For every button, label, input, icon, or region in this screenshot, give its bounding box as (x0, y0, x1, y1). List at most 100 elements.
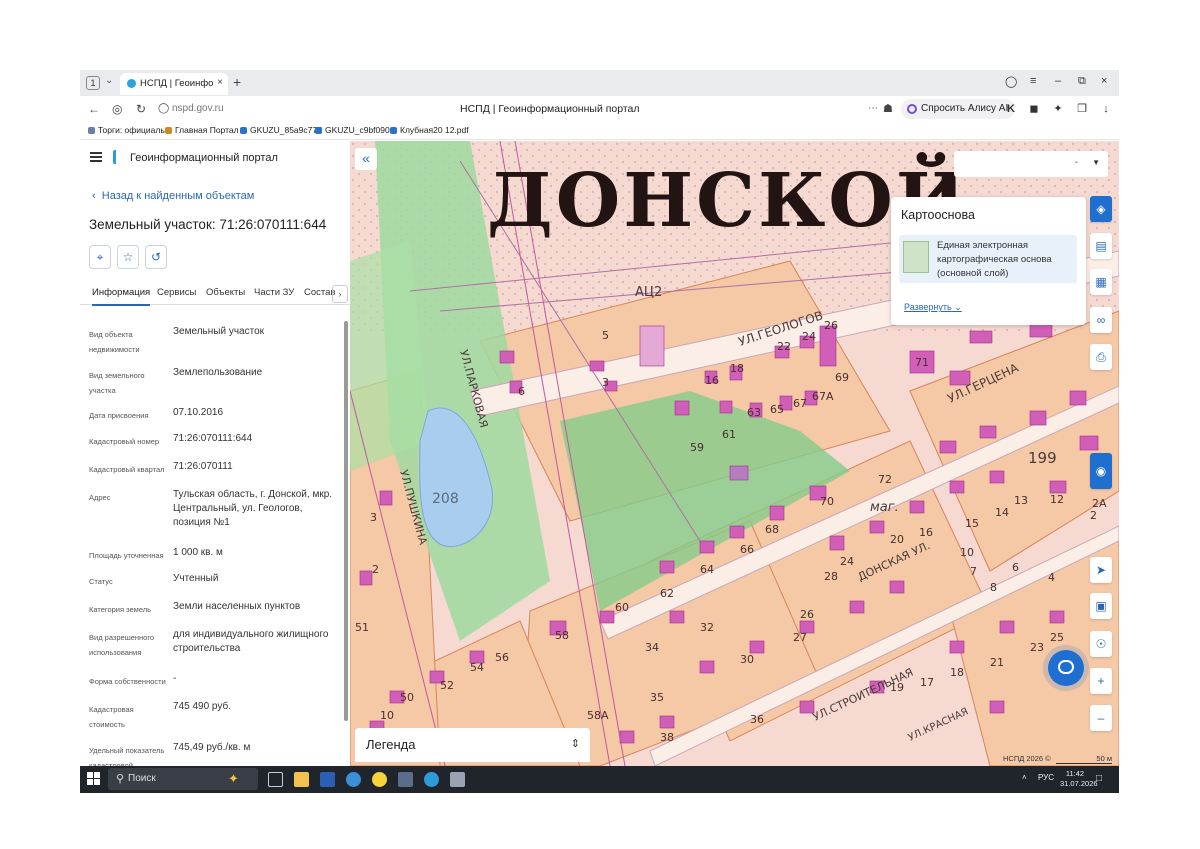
history-button[interactable]: ↺ (145, 245, 167, 269)
extensions-icon[interactable]: ✦ (1052, 103, 1064, 115)
yandex-home-icon[interactable]: ◎ (112, 102, 122, 116)
object-info-panel: Геоинформационный портал ‹ Назад к найде… (80, 141, 350, 766)
tab-composition[interactable]: Состав (304, 287, 335, 298)
house-number-label: 30 (740, 653, 754, 666)
info-value: 71:26:070111 (173, 461, 233, 472)
bookmark-item[interactable]: GKUZU_c9bf0901 (315, 125, 394, 135)
house-number-label: 71 (915, 356, 929, 369)
virtual-assistant-button[interactable]: ◉ (1090, 453, 1112, 489)
close-tab-icon[interactable]: × (217, 77, 223, 88)
house-number-label: 2 (372, 563, 379, 576)
bookmark-item[interactable]: GKUZU_85a9c777 (240, 125, 322, 135)
info-key: Адрес (89, 493, 111, 502)
navigate-arrow-button[interactable]: ➤ (1090, 557, 1112, 583)
cadastral-map[interactable]: АЦ2 УЛ.ГЕОЛОГОВ УЛ.ГЕРЦЕНА УЛ.ПАРКОВАЯ У… (350, 141, 1119, 766)
house-number-label: 50 (400, 691, 414, 704)
basemap-popup: Картооснова Единая электронная картограф… (891, 197, 1086, 325)
house-number-label: 6 (518, 385, 525, 398)
tab-objects[interactable]: Объекты (206, 287, 245, 298)
edge-icon[interactable] (424, 772, 439, 787)
ruler-tool-button[interactable]: ▤ (1090, 233, 1112, 259)
calculator-icon[interactable] (398, 772, 413, 787)
ask-alisa-button[interactable]: Спросить Алису AI (901, 99, 1016, 119)
back-to-results-link[interactable]: ‹ Назад к найденным объектам (92, 190, 254, 202)
my-location-button[interactable]: ☉ (1090, 631, 1112, 657)
tray-chevron-icon[interactable]: ˄ (1022, 773, 1027, 782)
tab-parts[interactable]: Части ЗУ (254, 287, 294, 298)
house-number-label: 38 (660, 731, 674, 744)
bookmark-item[interactable]: Клубная20 12.pdf (390, 125, 469, 135)
info-value: Земельный участок (173, 326, 265, 337)
locate-on-map-button[interactable]: ⌖ (89, 245, 111, 269)
portal-brand[interactable]: Геоинформационный портал (130, 152, 278, 164)
tabs-scroll-right-icon[interactable]: › (332, 285, 348, 303)
edge-legacy-icon[interactable] (346, 772, 361, 787)
zoom-in-button[interactable]: + (1090, 668, 1112, 694)
notifications-icon[interactable]: □ (1096, 773, 1102, 784)
object-title: Земельный участок: 71:26:070111:644 (89, 217, 327, 232)
info-key: Вид объекта недвижимости (89, 330, 140, 354)
legend-panel[interactable]: Легенда ⇕ (355, 728, 590, 762)
layers-tool-button[interactable]: ◈ (1090, 196, 1112, 222)
hamburger-menu-icon[interactable] (90, 152, 102, 162)
house-number-label: 3 (370, 511, 377, 524)
shield-icon[interactable]: ◼ (1028, 103, 1040, 115)
menu-icon[interactable]: ≡ (1030, 75, 1036, 87)
zoom-out-button[interactable]: – (1090, 705, 1112, 731)
window-close-icon[interactable]: × (1101, 75, 1107, 87)
map-layer-select[interactable]: - ▼ (954, 151, 1108, 177)
tab-information[interactable]: Информация (92, 287, 151, 306)
back-link-label: Назад к найденным объектам (101, 190, 255, 202)
toolbar-k-icon[interactable]: K (1005, 103, 1017, 115)
app-icon[interactable] (450, 772, 465, 787)
info-value: 745 490 руб. (173, 701, 231, 712)
legend-toggle-icon[interactable]: ⇕ (571, 737, 580, 750)
more-dots-icon[interactable]: ⋯ (868, 103, 878, 114)
basemap-layer-item[interactable]: Единая электронная картографическая осно… (899, 235, 1077, 283)
file-explorer-icon[interactable] (294, 772, 309, 787)
task-view-icon[interactable] (268, 772, 283, 787)
house-number-label: 72 (878, 473, 892, 486)
new-tab-button[interactable]: + (233, 74, 241, 90)
bookmark-item[interactable]: Главная Портал З (165, 125, 246, 135)
taskbar-clock[interactable]: 11:42 31.07.2026 (1060, 769, 1098, 789)
url-field[interactable]: nspd.gov.ru (172, 103, 224, 114)
browser-tab[interactable]: НСПД | Геоинформацио × (120, 73, 228, 95)
info-value: для индивидуального жилищного строительс… (173, 629, 329, 654)
favorite-star-button[interactable]: ☆ (117, 245, 139, 269)
tab-counter[interactable]: 1 (86, 76, 100, 90)
bookmark-item[interactable]: Торги: официаль (88, 125, 165, 135)
yandex-browser-icon[interactable] (372, 772, 387, 787)
chat-bubble-icon[interactable] (1048, 650, 1084, 686)
house-number-label: 12 (1050, 493, 1064, 506)
browser-tab-bar: 1 ⌄ НСПД | Геоинформацио × + ◯ ≡ – ⧉ × (80, 70, 1119, 96)
minimap-button[interactable]: ▣ (1090, 593, 1112, 619)
tab-list-chevron-icon[interactable]: ⌄ (105, 75, 113, 86)
minimize-icon[interactable]: – (1055, 75, 1061, 87)
print-button[interactable]: ⎙ (1090, 344, 1112, 370)
back-arrow-icon[interactable]: ← (88, 102, 100, 116)
windows-start-icon[interactable] (87, 772, 101, 786)
download-icon[interactable]: ↓ (1100, 103, 1112, 115)
expand-basemap-link[interactable]: Развернуть ⌄ (904, 302, 962, 313)
collapse-panel-button[interactable]: « (355, 148, 377, 170)
select-value: - (1074, 157, 1078, 168)
profile-icon[interactable]: ◯ (1005, 75, 1017, 88)
word-icon[interactable] (320, 772, 335, 787)
house-number-label: 34 (645, 641, 659, 654)
tab-services[interactable]: Сервисы (157, 287, 196, 298)
collections-icon[interactable]: ❐ (1076, 103, 1088, 115)
panel-scrollbar[interactable] (344, 321, 348, 721)
house-number-label: 52 (440, 679, 454, 692)
house-number-label: 8 (990, 581, 997, 594)
select-area-tool-button[interactable]: ▦ (1090, 269, 1112, 295)
share-button[interactable]: ∞ (1090, 307, 1112, 333)
bookmark-icon[interactable]: ☗ (883, 102, 893, 115)
map-label-acq: АЦ2 (635, 285, 662, 300)
taskbar-search[interactable]: ⚲ Поиск ✦ (108, 768, 258, 790)
clock-time: 11:42 (1065, 769, 1085, 778)
tray-lang[interactable]: РУС (1038, 773, 1054, 782)
site-info-icon[interactable]: ◯ (158, 103, 169, 114)
reload-icon[interactable]: ↻ (136, 102, 146, 116)
restore-icon[interactable]: ⧉ (1078, 75, 1086, 88)
